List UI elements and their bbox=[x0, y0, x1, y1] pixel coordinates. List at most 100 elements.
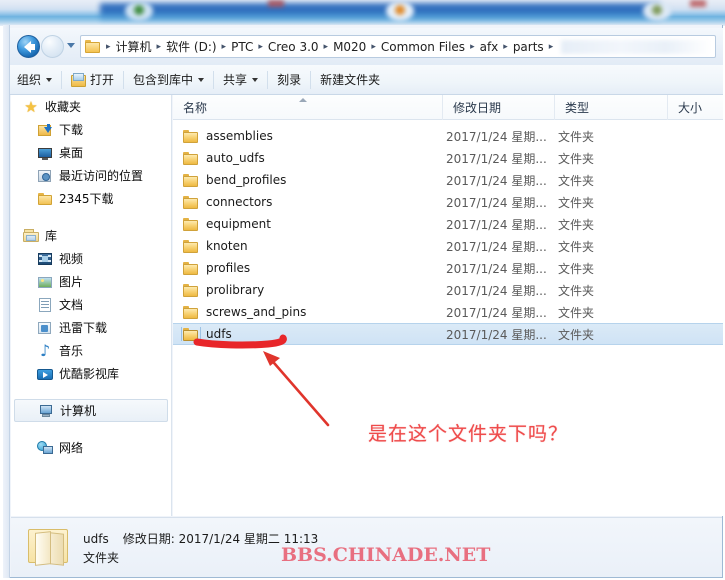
breadcrumb-separator: ▸ bbox=[548, 41, 554, 52]
breadcrumb-separator: ▸ bbox=[470, 41, 475, 52]
recent-locations-dropdown-icon[interactable] bbox=[67, 43, 75, 48]
breadcrumb-separator: ▸ bbox=[323, 41, 329, 52]
breadcrumb-item-afx[interactable]: afx bbox=[477, 40, 502, 54]
file-name: auto_udfs bbox=[206, 151, 265, 165]
table-row[interactable]: equipment 2017/1/24 星期... 文件夹 bbox=[173, 213, 723, 235]
file-type-cell: 文件夹 bbox=[558, 305, 595, 320]
network-icon bbox=[37, 440, 53, 456]
table-row[interactable]: assemblies 2017/1/24 星期... 文件夹 bbox=[173, 125, 723, 147]
sidebar-item-2345-download[interactable]: 2345下载 bbox=[11, 187, 171, 210]
file-name: bend_profiles bbox=[206, 173, 287, 187]
desktop-background-strip bbox=[0, 0, 725, 26]
sidebar-item-label: 优酷影视库 bbox=[59, 367, 120, 381]
sidebar-item-thunder-download[interactable]: 迅雷下载 bbox=[11, 316, 171, 339]
file-date-cell: 2017/1/24 星期... bbox=[446, 217, 547, 232]
organize-button[interactable]: 组织 bbox=[10, 68, 59, 91]
file-list-pane[interactable]: 名称 修改日期 类型 大小 assemblies 2017/1/24 星期...… bbox=[173, 95, 723, 516]
table-row[interactable]: bend_profiles 2017/1/24 星期... 文件夹 bbox=[173, 169, 723, 191]
table-row[interactable]: screws_and_pins 2017/1/24 星期... 文件夹 bbox=[173, 301, 723, 323]
file-date-cell: 2017/1/24 星期... bbox=[446, 195, 547, 210]
downloads-icon bbox=[37, 122, 53, 138]
organize-label: 组织 bbox=[17, 73, 42, 87]
file-type-cell: 文件夹 bbox=[558, 173, 595, 188]
table-row[interactable]: prolibrary 2017/1/24 星期... 文件夹 bbox=[173, 279, 723, 301]
sidebar-item-label: 最近访问的位置 bbox=[59, 169, 144, 183]
file-name: connectors bbox=[206, 195, 273, 209]
back-button[interactable] bbox=[17, 35, 40, 58]
breadcrumb[interactable]: ▸ 计算机 ▸ 软件 (D:) ▸ PTC ▸ Creo 3.0 ▸ M020 … bbox=[80, 35, 716, 58]
file-date-cell: 2017/1/24 星期... bbox=[446, 129, 547, 144]
table-row[interactable]: profiles 2017/1/24 星期... 文件夹 bbox=[173, 257, 723, 279]
new-folder-button[interactable]: 新建文件夹 bbox=[313, 68, 387, 91]
sidebar-group-label: 库 bbox=[45, 229, 58, 243]
column-header-label: 修改日期 bbox=[453, 101, 502, 115]
burn-button[interactable]: 刻录 bbox=[270, 68, 308, 91]
breadcrumb-separator: ▸ bbox=[371, 41, 376, 52]
sidebar-item-recent-places[interactable]: 最近访问的位置 bbox=[11, 164, 171, 187]
column-header-label: 名称 bbox=[183, 101, 208, 115]
search-box-blurred[interactable] bbox=[561, 39, 712, 54]
column-header-size[interactable]: 大小 bbox=[668, 95, 723, 120]
open-button[interactable]: 打开 bbox=[64, 68, 121, 91]
desktop-icon-blur-1 bbox=[125, 1, 153, 21]
sidebar-group-libraries[interactable]: 库 bbox=[11, 224, 171, 247]
column-header-type[interactable]: 类型 bbox=[555, 95, 668, 120]
navigation-pane[interactable]: 收藏夹 下载 桌面 最近访问的位置 2345下载 bbox=[11, 95, 172, 516]
breadcrumb-item-m020[interactable]: M020 bbox=[330, 40, 369, 54]
sidebar-item-label: 音乐 bbox=[59, 344, 84, 358]
folder-icon bbox=[183, 173, 199, 187]
file-name-cell: udfs bbox=[173, 327, 443, 341]
folder-icon bbox=[183, 217, 199, 231]
sidebar-item-label: 文档 bbox=[59, 298, 84, 312]
sidebar-item-pictures[interactable]: 图片 bbox=[11, 270, 171, 293]
sidebar-item-desktop[interactable]: 桌面 bbox=[11, 141, 171, 164]
breadcrumb-item-creo[interactable]: Creo 3.0 bbox=[265, 40, 322, 54]
table-row[interactable]: connectors 2017/1/24 星期... 文件夹 bbox=[173, 191, 723, 213]
file-name-cell: equipment bbox=[173, 217, 443, 231]
sidebar-item-computer[interactable]: 计算机 bbox=[14, 399, 168, 422]
sidebar-item-label: 网络 bbox=[59, 441, 84, 455]
new-folder-label: 新建文件夹 bbox=[320, 73, 381, 87]
toolbar-divider bbox=[123, 70, 125, 89]
file-date-cell: 2017/1/24 星期... bbox=[446, 283, 547, 298]
desktop-icon-blur-5 bbox=[690, 0, 706, 7]
file-name-cell: profiles bbox=[173, 261, 443, 275]
video-icon bbox=[37, 251, 53, 267]
column-header-date[interactable]: 修改日期 bbox=[443, 95, 555, 120]
share-button[interactable]: 共享 bbox=[216, 68, 265, 91]
toolbar-divider bbox=[61, 70, 63, 89]
file-type-cell: 文件夹 bbox=[558, 327, 595, 342]
sidebar-item-music[interactable]: 音乐 bbox=[11, 339, 171, 362]
column-header-name[interactable]: 名称 bbox=[173, 95, 443, 120]
folder-icon bbox=[37, 191, 53, 207]
burn-label: 刻录 bbox=[277, 73, 302, 87]
table-row[interactable]: knoten 2017/1/24 星期... 文件夹 bbox=[173, 235, 723, 257]
sidebar-group-favorites[interactable]: 收藏夹 bbox=[11, 95, 171, 118]
breadcrumb-item-common-files[interactable]: Common Files bbox=[378, 40, 468, 54]
folder-icon bbox=[183, 129, 199, 143]
table-row[interactable]: auto_udfs 2017/1/24 星期... 文件夹 bbox=[173, 147, 723, 169]
library-icon bbox=[23, 228, 39, 244]
table-row-selected[interactable]: udfs 2017/1/24 星期... 文件夹 bbox=[173, 323, 723, 345]
file-date-cell: 2017/1/24 星期... bbox=[446, 151, 547, 166]
breadcrumb-item-ptc[interactable]: PTC bbox=[228, 40, 256, 54]
include-in-library-button[interactable]: 包含到库中 bbox=[126, 68, 211, 91]
file-name-cell: bend_profiles bbox=[173, 173, 443, 187]
sidebar-item-network[interactable]: 网络 bbox=[11, 436, 171, 459]
breadcrumb-item-parts[interactable]: parts bbox=[510, 40, 547, 54]
forward-button[interactable] bbox=[41, 35, 64, 58]
sidebar-item-videos[interactable]: 视频 bbox=[11, 247, 171, 270]
breadcrumb-item-drive-d[interactable]: 软件 (D:) bbox=[163, 38, 219, 55]
breadcrumb-separator: ▸ bbox=[503, 41, 508, 52]
file-name: screws_and_pins bbox=[206, 305, 307, 319]
file-name: assemblies bbox=[206, 129, 273, 143]
desktop-icon-blur-2 bbox=[386, 1, 414, 21]
folder-large-icon bbox=[26, 526, 70, 566]
file-date-cell: 2017/1/24 星期... bbox=[446, 305, 547, 320]
open-label: 打开 bbox=[90, 73, 115, 87]
sidebar-item-youku-library[interactable]: 优酷影视库 bbox=[11, 362, 171, 385]
toolbar-divider bbox=[310, 70, 312, 89]
sidebar-item-downloads[interactable]: 下载 bbox=[11, 118, 171, 141]
sidebar-item-documents[interactable]: 文档 bbox=[11, 293, 171, 316]
breadcrumb-item-computer[interactable]: 计算机 bbox=[113, 38, 155, 55]
